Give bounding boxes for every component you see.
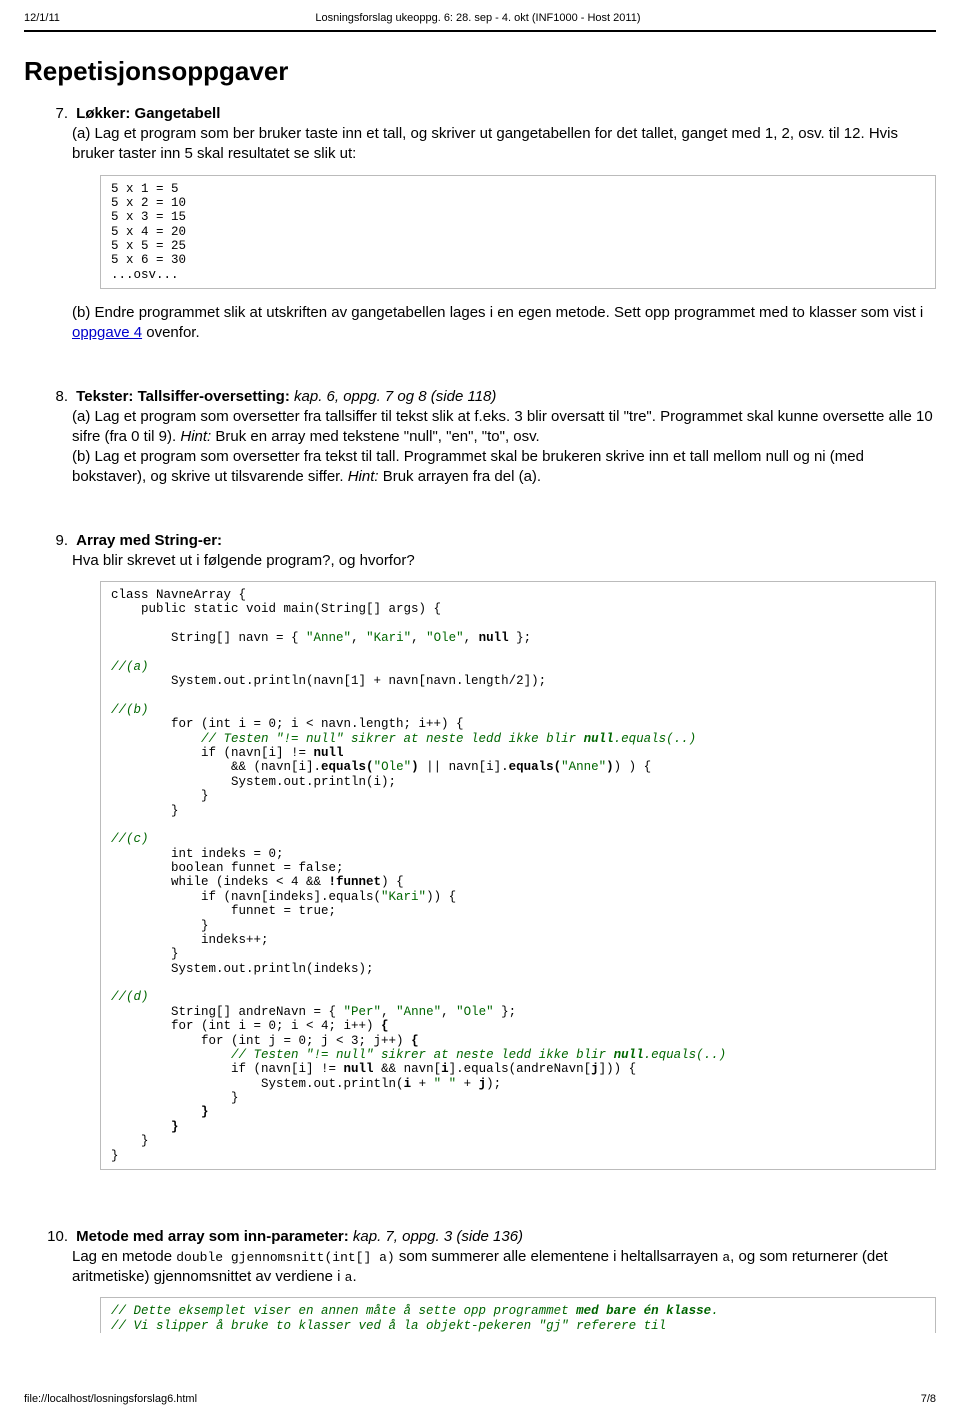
task-9-number: 9. [44,532,68,549]
footer-page-number: 7/8 [921,1393,936,1405]
task-8-heading: 8. Tekster: Tallsiffer-oversetting: kap.… [72,388,936,405]
task-9-code: class NavneArray { public static void ma… [100,581,936,1170]
task-7a-body: (a) Lag et program som ber bruker taste … [72,124,936,165]
footer-path: file://localhost/losningsforslag6.html [24,1393,197,1405]
header-date: 12/1/11 [24,12,60,24]
task-7b-body: (b) Endre programmet slik at utskriften … [72,303,936,344]
oppgave-4-link[interactable]: oppgave 4 [72,324,142,341]
page-footer: file://localhost/losningsforslag6.html 7… [24,1393,936,1405]
header-title: Losningsforslag ukeoppg. 6: 28. sep - 4.… [60,12,896,24]
task-9-body: Hva blir skrevet ut i følgende program?,… [72,551,936,571]
task-10-heading: 10. Metode med array som inn-parameter: … [72,1228,936,1245]
task-8-number: 8. [44,388,68,405]
task-7-title: Løkker: Gangetabell [76,105,220,122]
task-10-ref: kap. 7, oppg. 3 (side 136) [349,1228,523,1245]
page-header: 12/1/11 Losningsforslag ukeoppg. 6: 28. … [24,12,936,24]
task-8-ref: kap. 6, oppg. 7 og 8 (side 118) [290,388,497,405]
task-7-code: 5 x 1 = 5 5 x 2 = 10 5 x 3 = 15 5 x 4 = … [100,175,936,290]
task-8-body: (a) Lag et program som oversetter fra ta… [72,407,936,488]
task-10-code: // Dette eksemplet viser en annen måte å… [100,1297,936,1333]
task-8-title: Tekster: Tallsiffer-oversetting: [76,388,290,405]
task-10-title: Metode med array som inn-parameter: [76,1228,349,1245]
task-9-heading: 9. Array med String-er: [72,532,936,549]
header-rule [24,30,936,32]
task-7-number: 7. [44,105,68,122]
task-7-heading: 7. Løkker: Gangetabell [72,105,936,122]
task-10-body: Lag en metode double gjennomsnitt(int[] … [72,1247,936,1288]
page-title: Repetisjonsoppgaver [24,56,936,87]
task-10-number: 10. [44,1228,68,1245]
task-9-title: Array med String-er: [76,532,222,549]
